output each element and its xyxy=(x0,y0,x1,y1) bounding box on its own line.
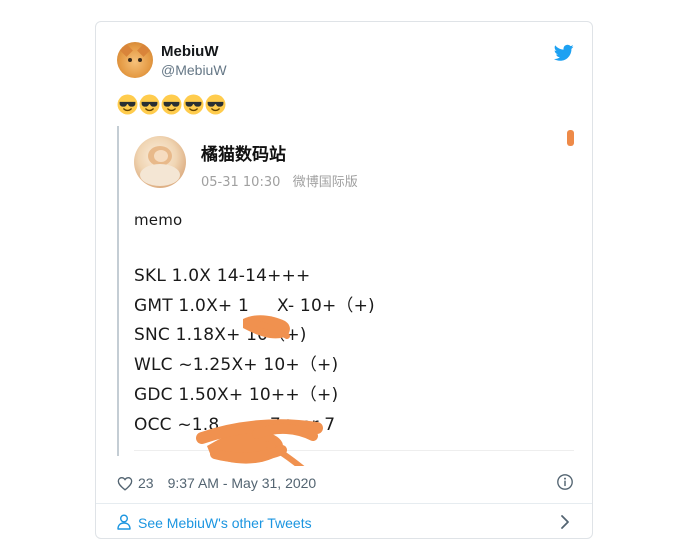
memo-line: SNC 1.18X+ 10（+) xyxy=(134,325,307,346)
embedded-tweet-card: MebiuW @MebiuW 橘猫数码站 05-31 10:30 微博国际版 m… xyxy=(95,21,593,539)
see-other-tweets-link[interactable]: See MebiuW's other Tweets xyxy=(138,515,312,531)
author-name[interactable]: MebiuW xyxy=(161,43,219,60)
heart-icon[interactable] xyxy=(117,476,133,491)
quoted-author-avatar xyxy=(134,136,186,188)
sunglasses-emoji-icon xyxy=(183,94,204,115)
like-count[interactable]: 23 xyxy=(138,475,154,491)
memo-line: GMT 1.0X+ 1 X- 10+（+) xyxy=(134,295,375,316)
see-other-tweets-row[interactable]: See MebiuW's other Tweets xyxy=(96,504,592,540)
quoted-post-meta: 05-31 10:30 微博国际版 xyxy=(201,175,358,190)
memo-line: WLC ~1.25X+ 10+（+) xyxy=(134,355,339,376)
memo-line: SKL 1.0X 14-14+++ xyxy=(134,265,311,286)
sunglasses-emoji-icon xyxy=(139,94,160,115)
redaction-mark xyxy=(567,130,574,146)
author-handle[interactable]: @MebiuW xyxy=(161,62,227,78)
author-avatar[interactable] xyxy=(117,42,153,78)
info-icon[interactable] xyxy=(556,473,574,491)
tweet-text xyxy=(117,94,226,115)
person-icon xyxy=(117,514,131,530)
memo-line: OCC ~1.8 7+ or 7 xyxy=(134,414,336,435)
quote-border xyxy=(117,126,119,456)
quoted-post-body: memo SKL 1.0X 14-14+++ GMT 1.0X+ 1 X- 10… xyxy=(134,206,375,441)
chevron-right-icon[interactable] xyxy=(559,514,571,530)
sunglasses-emoji-icon xyxy=(161,94,182,115)
sunglasses-emoji-icon xyxy=(117,94,138,115)
tweet-footer: 23 9:37 AM - May 31, 2020 xyxy=(117,473,316,493)
quoted-image-post[interactable]: 橘猫数码站 05-31 10:30 微博国际版 memo SKL 1.0X 14… xyxy=(117,126,574,466)
quoted-author-name: 橘猫数码站 xyxy=(201,145,286,165)
tweet-timestamp[interactable]: 9:37 AM - May 31, 2020 xyxy=(168,475,317,491)
twitter-bird-icon[interactable] xyxy=(554,44,574,62)
sunglasses-emoji-icon xyxy=(205,94,226,115)
memo-line: memo xyxy=(134,211,183,229)
memo-line: GDC 1.50X+ 10++（+) xyxy=(134,384,339,405)
quoted-divider xyxy=(134,450,574,451)
